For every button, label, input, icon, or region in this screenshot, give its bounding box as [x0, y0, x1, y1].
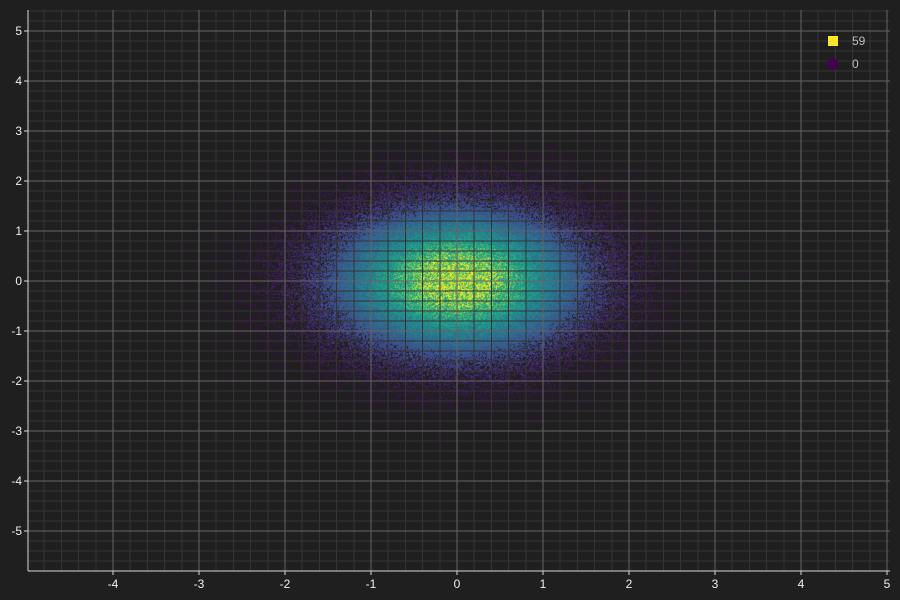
x-axis-ticks: -4 -3 -2 -1 0 1 2 3 4 5 — [108, 571, 891, 591]
y-tick-label: 0 — [15, 274, 22, 288]
x-tick-label: 5 — [884, 577, 891, 591]
heatmap-chart: -4 -3 -2 -1 0 1 2 3 4 5 -5 -4 -3 -2 -1 0 1 2 3 4 5 59 0 — [11, 10, 891, 591]
x-tick-label: -3 — [194, 577, 205, 591]
x-tick-label: 4 — [798, 577, 805, 591]
y-tick-label: -2 — [11, 374, 22, 388]
legend-label-0: 0 — [852, 57, 859, 71]
y-tick-label: 5 — [15, 24, 22, 38]
legend-swatch-59 — [828, 36, 838, 46]
legend-swatch-0 — [828, 59, 838, 69]
y-tick-label: -1 — [11, 324, 22, 338]
chart-root: -4 -3 -2 -1 0 1 2 3 4 5 -5 -4 -3 -2 -1 0 1 2 3 4 5 59 0 — [0, 0, 900, 600]
legend: 59 0 — [828, 34, 866, 71]
x-tick-label: 1 — [540, 577, 547, 591]
minor-grid — [28, 10, 890, 572]
x-tick-label: -2 — [280, 577, 291, 591]
y-tick-label: -3 — [11, 424, 22, 438]
y-tick-label: 4 — [15, 74, 22, 88]
y-tick-label: 1 — [15, 224, 22, 238]
y-axis-ticks: -5 -4 -3 -2 -1 0 1 2 3 4 5 — [11, 24, 28, 538]
x-tick-label: -4 — [108, 577, 119, 591]
x-tick-label: 3 — [712, 577, 719, 591]
x-tick-label: 0 — [454, 577, 461, 591]
y-tick-label: 2 — [15, 174, 22, 188]
x-tick-label: -1 — [366, 577, 377, 591]
x-tick-label: 2 — [626, 577, 633, 591]
y-tick-label: -5 — [11, 524, 22, 538]
y-tick-label: -4 — [11, 474, 22, 488]
legend-label-59: 59 — [852, 34, 866, 48]
y-tick-label: 3 — [15, 124, 22, 138]
